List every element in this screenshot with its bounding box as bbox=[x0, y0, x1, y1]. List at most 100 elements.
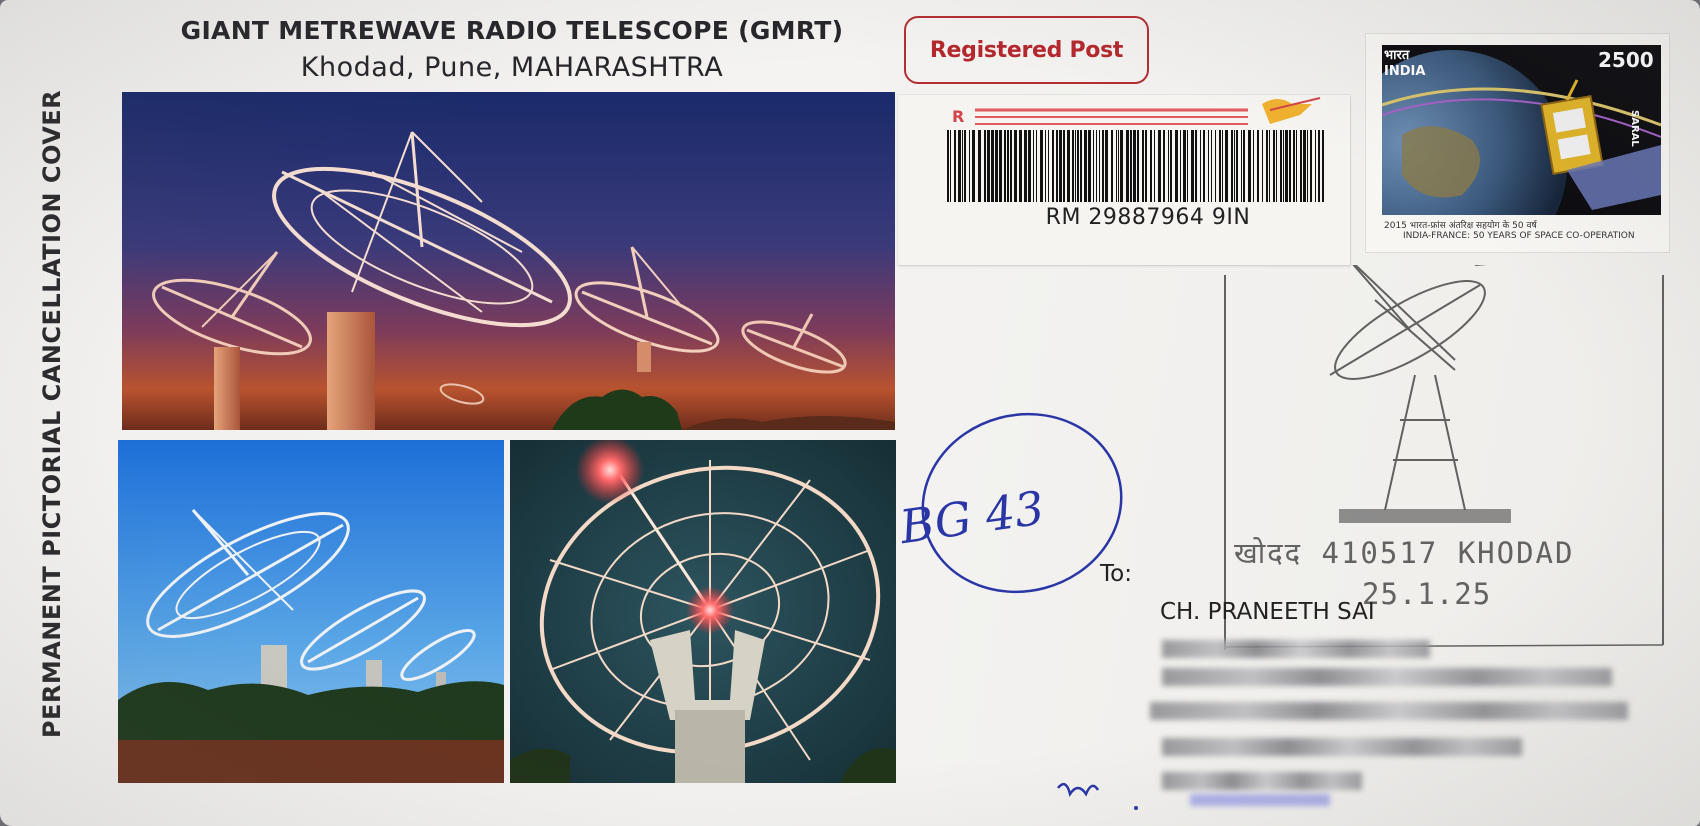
barcode-bar bbox=[1318, 130, 1320, 202]
barcode-bar bbox=[1145, 130, 1147, 202]
barcode-bar bbox=[1111, 130, 1113, 202]
barcode-bar bbox=[1296, 130, 1297, 202]
barcode-bar bbox=[1203, 130, 1205, 202]
barcode-bar bbox=[1200, 130, 1201, 202]
barcode-bar bbox=[1072, 130, 1074, 202]
barcode-bar bbox=[978, 130, 981, 202]
barcode-bar bbox=[1130, 130, 1132, 202]
barcode-bar bbox=[1222, 130, 1223, 202]
redacted-address-line bbox=[1162, 772, 1362, 790]
barcode-bar bbox=[962, 130, 963, 202]
barcode-bar bbox=[1175, 130, 1178, 202]
barcode-bar bbox=[1033, 130, 1034, 202]
side-title: PERMANENT PICTORIAL CANCELLATION COVER bbox=[38, 89, 66, 739]
barcode-bar bbox=[964, 130, 966, 202]
barcode-bar bbox=[1283, 130, 1284, 202]
barcode-bar bbox=[995, 130, 998, 202]
barcode-bar bbox=[1266, 130, 1268, 202]
barcode-bar bbox=[1036, 130, 1037, 202]
barcode-bar bbox=[947, 130, 949, 202]
barcode-bar bbox=[1137, 130, 1139, 202]
barcode-bar bbox=[1248, 130, 1251, 202]
barcode-bar bbox=[1163, 130, 1165, 202]
barcode bbox=[947, 130, 1324, 202]
barcode-bar bbox=[1096, 130, 1097, 202]
day-scene-svg bbox=[118, 440, 504, 783]
barcode-bar bbox=[1236, 130, 1238, 202]
barcode-bar bbox=[950, 130, 951, 202]
barcode-bar bbox=[954, 130, 956, 202]
barcode-bar bbox=[1004, 130, 1006, 202]
stamp-country-hindi: भारत bbox=[1384, 48, 1410, 63]
barcode-bar bbox=[984, 130, 986, 202]
barcode-bar bbox=[1056, 130, 1058, 202]
barcode-bar bbox=[1093, 130, 1094, 202]
barcode-bar bbox=[969, 130, 970, 202]
stamp-name: SARAL bbox=[1629, 110, 1640, 147]
barcode-bar bbox=[1102, 130, 1104, 202]
stamp-country: भारत INDIA bbox=[1384, 48, 1425, 80]
barcode-bar bbox=[958, 130, 961, 202]
barcode-bar bbox=[991, 130, 994, 202]
registered-post-label: Registered Post bbox=[904, 16, 1149, 84]
barcode-bar bbox=[1195, 130, 1197, 202]
barcode-bar bbox=[1024, 130, 1027, 202]
barcode-bar bbox=[1269, 130, 1270, 202]
cover-title: GIANT METREWAVE RADIO TELESCOPE (GMRT) bbox=[180, 16, 844, 45]
photo-telescopes-day bbox=[118, 440, 504, 783]
barcode-bar bbox=[1150, 130, 1152, 202]
barcode-bar bbox=[1099, 130, 1100, 202]
barcode-bar bbox=[1234, 130, 1235, 202]
barcode-bar bbox=[1307, 130, 1308, 202]
handwritten-code: BG 43 bbox=[896, 481, 1048, 555]
barcode-bar bbox=[1120, 130, 1123, 202]
barcode-bar bbox=[1215, 130, 1216, 202]
barcode-bar bbox=[1191, 130, 1194, 202]
barcode-bar bbox=[1067, 130, 1070, 202]
barcode-bar bbox=[1231, 130, 1233, 202]
barcode-bar bbox=[1010, 130, 1012, 202]
barcode-bar bbox=[1225, 130, 1228, 202]
barcode-bar bbox=[1310, 130, 1312, 202]
barcode-bar bbox=[999, 130, 1002, 202]
postmark-date: 25.1.25 bbox=[1362, 577, 1492, 611]
barcode-bar bbox=[1133, 130, 1136, 202]
stamp-country-english: INDIA bbox=[1384, 64, 1426, 79]
recipient-name: CH. PRANEETH SAI bbox=[1160, 599, 1375, 625]
cover-subtitle: Khodad, Pune, MAHARASHTRA bbox=[300, 52, 724, 83]
night-scene-svg bbox=[510, 440, 896, 783]
postmark-place: खोदद 410517 KHODAD bbox=[1234, 536, 1575, 570]
barcode-bar bbox=[1142, 130, 1144, 202]
barcode-bar bbox=[1168, 130, 1169, 202]
barcode-bar bbox=[1077, 130, 1079, 202]
stamp-value: 2500 bbox=[1598, 48, 1654, 72]
redacted-address-line bbox=[1150, 702, 1628, 720]
barcode-bar bbox=[1059, 130, 1062, 202]
barcode-bar bbox=[1322, 130, 1324, 202]
photo-telescopes-dusk bbox=[122, 92, 895, 430]
redacted-address-line bbox=[1162, 640, 1430, 658]
barcode-bar bbox=[1208, 130, 1209, 202]
barcode-bar bbox=[1285, 130, 1288, 202]
redacted-address-line bbox=[1162, 738, 1522, 756]
barcode-bar bbox=[1219, 130, 1221, 202]
registered-r-mark: R bbox=[952, 107, 965, 126]
barcode-bar bbox=[1116, 130, 1117, 202]
envelope: PERMANENT PICTORIAL CANCELLATION COVER G… bbox=[0, 0, 1700, 826]
barcode-bar bbox=[1289, 130, 1291, 202]
barcode-bar bbox=[1293, 130, 1295, 202]
barcode-bar bbox=[1052, 130, 1054, 202]
barcode-bar bbox=[1084, 130, 1087, 202]
barcode-bar bbox=[1007, 130, 1009, 202]
photo-telescope-night bbox=[510, 440, 896, 783]
barcode-bar bbox=[1126, 130, 1129, 202]
barcode-bar bbox=[1075, 130, 1076, 202]
barcode-bar bbox=[1040, 130, 1043, 202]
to-label: To: bbox=[1100, 561, 1132, 587]
barcode-bar bbox=[1211, 130, 1212, 202]
redacted-address-line bbox=[1190, 794, 1330, 806]
tracking-number: RM 29887964 9IN bbox=[1045, 205, 1251, 230]
barcode-bar bbox=[1315, 130, 1316, 202]
barcode-bar bbox=[1118, 130, 1119, 202]
barcode-bar bbox=[1063, 130, 1065, 202]
